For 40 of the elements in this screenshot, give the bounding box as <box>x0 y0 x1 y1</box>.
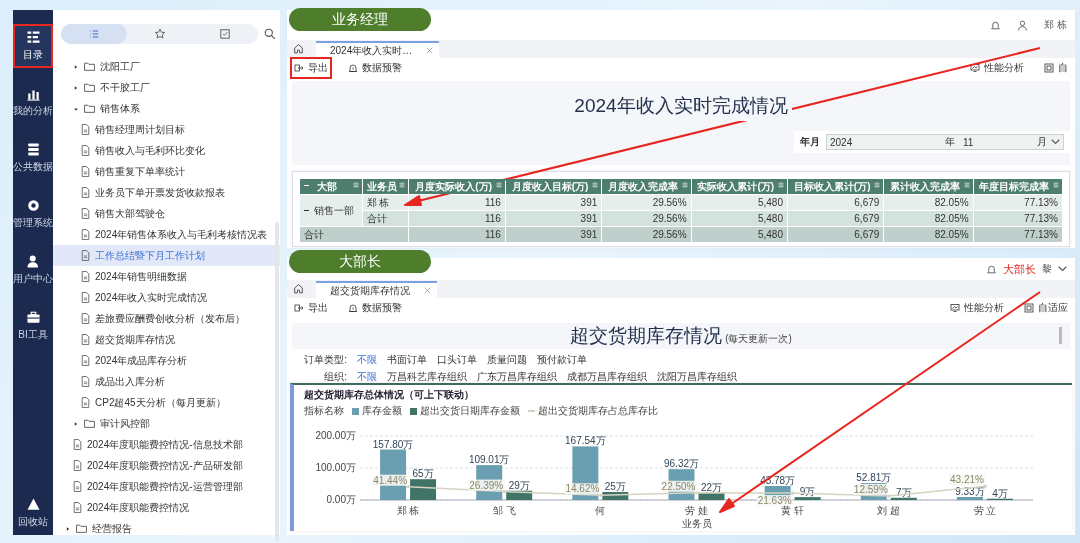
data-label: 22万 <box>700 481 723 493</box>
axis-tick-label: 0.00万 <box>326 494 356 505</box>
role-label: 大部长 <box>289 250 431 273</box>
filter-label: 组织: <box>323 370 347 384</box>
data-label: 65万 <box>412 468 434 480</box>
data-label: 7万 <box>896 486 912 498</box>
filter-label: 订单类型: <box>303 353 347 367</box>
data-label: 167.54万 <box>565 435 606 447</box>
table-cell: 销售一部 <box>299 194 363 227</box>
report-subtitle: (每天更新一次) <box>725 332 792 346</box>
filter-label: 年月 <box>800 135 820 149</box>
data-label: 109.01万 <box>468 454 510 466</box>
axis-title: 业务员 <box>681 518 712 529</box>
chart-title: 超交货期库存总体情况（可上下联动） <box>303 388 475 402</box>
data-label: 157.80万 <box>372 438 414 450</box>
axis-tick-label: 劳 立 <box>973 505 997 516</box>
data-label: 14.62% <box>564 483 601 495</box>
report-title: 超交货期库存情况 <box>570 324 723 348</box>
data-label: 21.63% <box>756 495 793 507</box>
data-label: 4万 <box>992 487 1008 499</box>
axis-tick-label: 刘 超 <box>877 505 901 516</box>
data-label: 41.44% <box>372 474 409 486</box>
data-label: 12.59% <box>852 483 889 495</box>
axis-tick-label: 黄 轩 <box>781 505 805 516</box>
data-label: 96.32万 <box>664 458 699 470</box>
data-label: 29万 <box>508 479 530 491</box>
data-label: 43.21% <box>949 474 986 486</box>
legend-title: 指标名称 <box>304 404 344 418</box>
data-label: 52.81万 <box>856 472 892 484</box>
axis-tick-label: 劳 娃 <box>685 505 708 516</box>
axis-tick-label: 100.00万 <box>315 462 356 473</box>
axis-tick-label: 何 <box>595 505 606 516</box>
data-label: 22.50% <box>660 480 697 492</box>
data-label: 25万 <box>604 481 626 492</box>
annotation-text: 大部长 <box>1003 261 1036 277</box>
axis-tick-label: 郑 栋 <box>396 505 420 516</box>
axis-tick-label: 邹 飞 <box>492 505 516 516</box>
axis-tick-label: 200.00万 <box>315 430 356 441</box>
data-label: 26.39% <box>468 479 505 491</box>
role-label: 业务经理 <box>289 8 431 31</box>
